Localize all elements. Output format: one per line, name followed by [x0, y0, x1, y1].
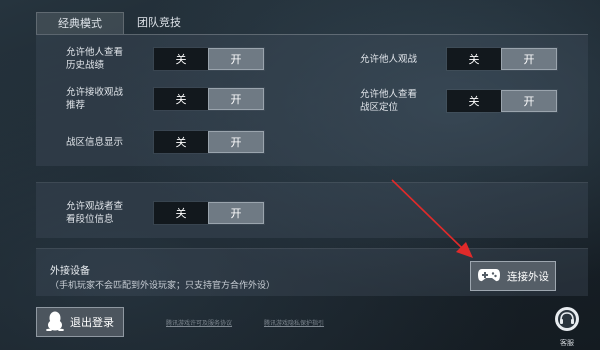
qq-penguin-icon — [46, 311, 64, 334]
recommend-on-button[interactable]: 开 — [208, 88, 264, 110]
recommend-toggle: 关 开 — [153, 87, 265, 111]
spectate-off-button[interactable]: 关 — [447, 48, 501, 70]
history-off-button[interactable]: 关 — [154, 48, 208, 70]
region-info-on-button[interactable]: 开 — [208, 131, 264, 153]
location-off-button[interactable]: 关 — [447, 90, 501, 112]
customer-service-label: 客服 — [560, 339, 574, 347]
logout-label: 退出登录 — [70, 316, 114, 329]
recommend-off-button[interactable]: 关 — [154, 88, 208, 110]
spectate-toggle: 关 开 — [446, 47, 558, 71]
spectate-setting-label: 允许他人观战 — [360, 54, 418, 65]
region-info-setting-label: 战区信息显示 — [66, 137, 124, 148]
rank-view-on-button[interactable]: 开 — [208, 202, 264, 224]
rank-view-off-button[interactable]: 关 — [154, 202, 208, 224]
location-toggle: 关 开 — [446, 89, 558, 113]
gamepad-icon — [477, 267, 501, 286]
region-info-off-button[interactable]: 关 — [154, 131, 208, 153]
rank-view-toggle: 关 开 — [153, 201, 265, 225]
spectate-on-button[interactable]: 开 — [501, 48, 557, 70]
tab-team-deathmatch[interactable]: 团队竞技 — [124, 12, 194, 34]
connect-peripheral-label: 连接外设 — [507, 270, 549, 283]
history-toggle: 关 开 — [153, 47, 265, 71]
history-on-button[interactable]: 开 — [208, 48, 264, 70]
external-device-note: （手机玩家不会匹配到外设玩家；只支持官方合作外设） — [50, 281, 276, 291]
rank-view-setting-label: 允许观战者查 看段位信息 — [66, 201, 124, 225]
external-device-title: 外接设备 — [50, 266, 90, 277]
connect-peripheral-button[interactable]: 连接外设 — [470, 261, 556, 291]
headset-icon — [554, 306, 580, 336]
logout-button[interactable]: 退出登录 — [36, 307, 124, 337]
tab-classic-mode[interactable]: 经典模式 — [36, 12, 124, 34]
history-setting-label: 允许他人查看 历史战绩 — [66, 47, 124, 71]
region-info-toggle: 关 开 — [153, 130, 265, 154]
recommend-setting-label: 允许接收观战 推荐 — [66, 87, 124, 111]
privacy-link[interactable]: 腾讯游戏隐私保护指引 — [264, 318, 324, 327]
location-on-button[interactable]: 开 — [501, 90, 557, 112]
terms-link[interactable]: 腾讯游戏许可及服务协议 — [166, 318, 232, 327]
location-setting-label: 允许他人查看 战区定位 — [360, 89, 418, 113]
mode-tabs: 经典模式 团队竞技 — [36, 12, 194, 34]
customer-service-button[interactable]: 客服 — [553, 306, 581, 347]
